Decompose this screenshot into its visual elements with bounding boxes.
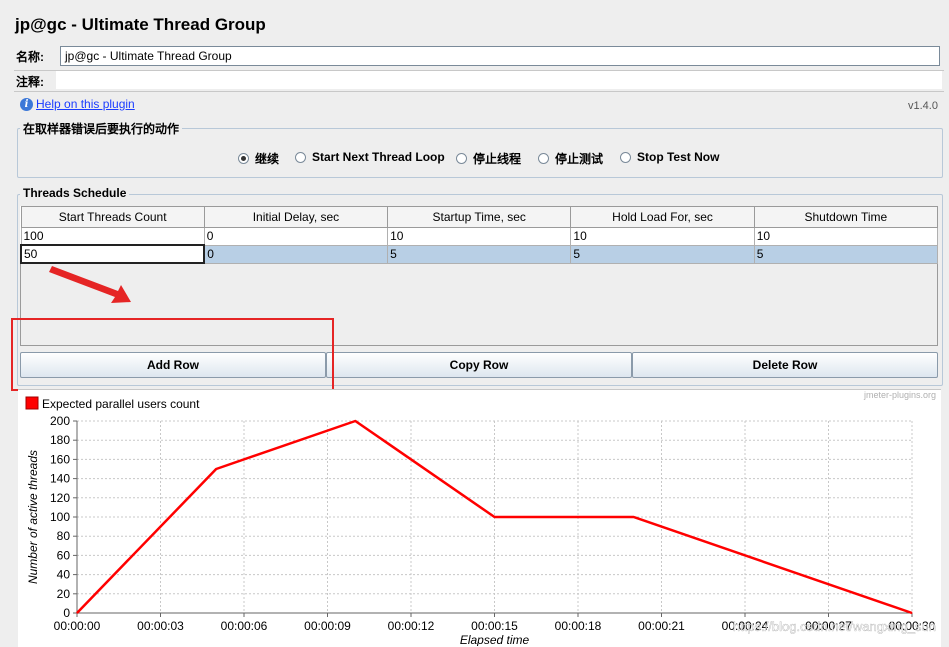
- x-tick-label: 00:00:03: [137, 619, 184, 633]
- y-tick-label: 40: [57, 568, 71, 582]
- y-tick-label: 100: [50, 510, 70, 524]
- thread-chart: 0 20 40 60 80 100 120 140 160 180 200 00:00:00 00:00…: [25, 390, 936, 646]
- y-tick-label: 0: [63, 606, 70, 620]
- x-tick-label: 00:00:21: [638, 619, 685, 633]
- data-point: [215, 468, 217, 470]
- y-tick-label: 20: [57, 587, 71, 601]
- chart-watermark: jmeter-plugins.org: [863, 390, 936, 400]
- y-tick-label: 160: [50, 452, 70, 466]
- x-tick-label: 00:00:09: [304, 619, 351, 633]
- x-tick-label: 00:00:12: [388, 619, 435, 633]
- data-point: [76, 612, 78, 614]
- legend-swatch: [25, 396, 39, 410]
- x-tick-label: 00:00:06: [221, 619, 268, 633]
- y-tick-label: 180: [50, 433, 70, 447]
- page-watermark: https://blog.csdn.net/wangxing_sun: [733, 619, 936, 634]
- data-point: [354, 420, 356, 422]
- data-point: [633, 516, 635, 518]
- y-tick-label: 200: [50, 414, 70, 428]
- legend-label: Expected parallel users count: [42, 397, 200, 411]
- data-point: [911, 612, 913, 614]
- y-tick-label: 140: [50, 472, 70, 486]
- y-tick-label: 60: [57, 548, 71, 562]
- x-tick-label: 00:00:00: [54, 619, 101, 633]
- y-tick-label: 120: [50, 491, 70, 505]
- y-tick-label: 80: [57, 529, 71, 543]
- data-point: [494, 516, 495, 518]
- x-tick-label: 00:00:15: [471, 619, 518, 633]
- y-axis-label: Number of active threads: [26, 450, 40, 584]
- x-axis-label: Elapsed time: [460, 633, 530, 646]
- x-tick-label: 00:00:18: [555, 619, 602, 633]
